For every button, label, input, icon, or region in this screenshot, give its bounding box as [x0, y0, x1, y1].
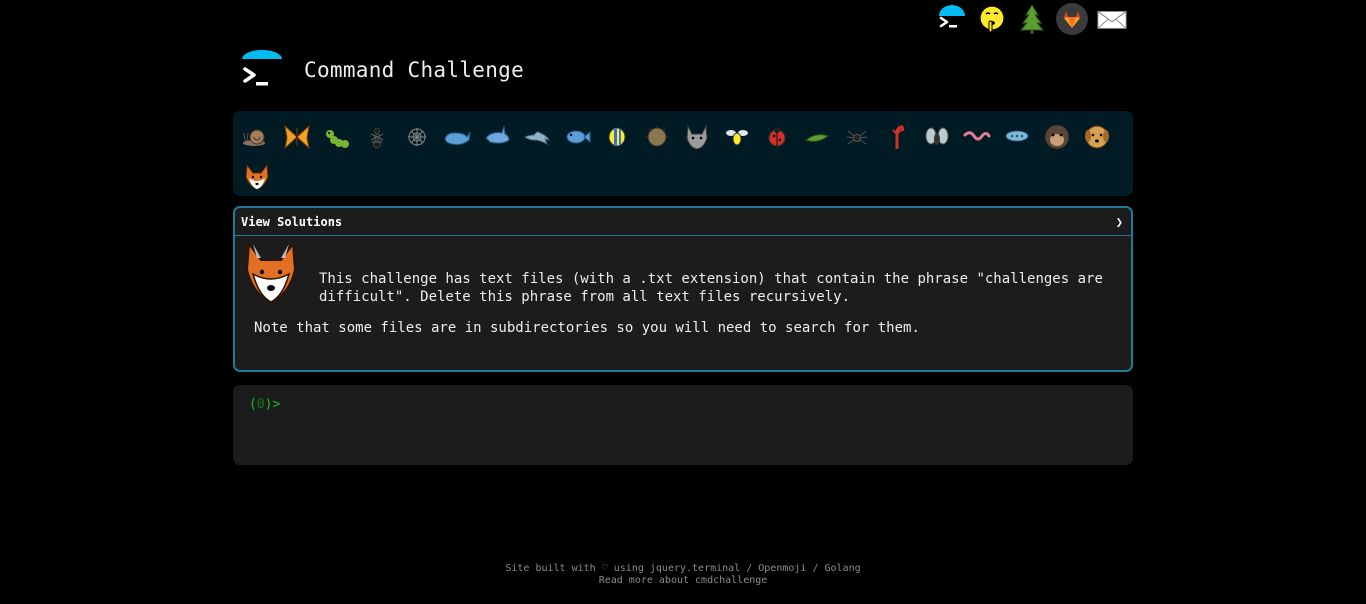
challenge-list — [237, 117, 1129, 197]
shushing-face-icon[interactable] — [976, 3, 1008, 35]
top-icon-bar — [936, 3, 1128, 35]
chevron-right-icon: ❯ — [1115, 214, 1123, 229]
logo-icon[interactable] — [240, 49, 284, 89]
spider-web-icon[interactable] — [397, 117, 437, 157]
fox-icon — [245, 241, 297, 308]
scorpion-icon[interactable] — [877, 117, 917, 157]
terminal-icon[interactable] — [936, 3, 968, 35]
tropical-fish-icon[interactable] — [597, 117, 637, 157]
caterpillar-icon[interactable] — [317, 117, 357, 157]
fly-icon[interactable] — [917, 117, 957, 157]
footer-line-1: Site built with ♡ using jquery.terminal … — [0, 563, 1366, 575]
page-header: Command Challenge — [240, 49, 524, 89]
view-solutions-label: View Solutions — [241, 214, 343, 229]
footer-text: Site built with — [505, 563, 602, 574]
snail-icon[interactable] — [237, 117, 277, 157]
leaf-bug-icon[interactable] — [797, 117, 837, 157]
whale-icon[interactable] — [437, 117, 477, 157]
view-solutions-toggle[interactable]: View Solutions ❯ — [235, 208, 1131, 236]
prompt-symbol: > — [272, 397, 281, 412]
footer-separator: / — [740, 563, 759, 574]
spider-icon[interactable] — [837, 117, 877, 157]
fish-icon[interactable] — [557, 117, 597, 157]
butterfly-icon[interactable] — [277, 117, 317, 157]
ladybug-icon[interactable] — [757, 117, 797, 157]
ant-icon[interactable] — [357, 117, 397, 157]
challenge-panel: View Solutions ❯ This challenge has text… — [233, 206, 1133, 372]
envelope-icon[interactable] — [1096, 3, 1128, 35]
fox-icon[interactable] — [237, 157, 277, 197]
challenge-description: This challenge has text files (with a .t… — [319, 271, 1103, 305]
footer-text: using — [607, 563, 650, 574]
bee-icon[interactable] — [717, 117, 757, 157]
prompt-count: 0 — [256, 397, 265, 412]
dolphin-icon[interactable] — [517, 117, 557, 157]
worm-icon[interactable] — [957, 117, 997, 157]
microbe-icon[interactable] — [997, 117, 1037, 157]
openmoji-link[interactable]: Openmoji — [758, 563, 806, 574]
page-title: Command Challenge — [304, 58, 525, 82]
prompt-open-paren: ( — [249, 397, 257, 412]
challenge-note: Note that some files are in subdirectori… — [254, 320, 920, 336]
shark-icon[interactable] — [477, 117, 517, 157]
pufferfish-icon[interactable] — [637, 117, 677, 157]
gitlab-icon[interactable] — [1056, 3, 1088, 35]
wolf-icon[interactable] — [677, 117, 717, 157]
footer-separator: / — [806, 563, 825, 574]
jquery-terminal-link[interactable]: jquery.terminal — [650, 563, 740, 574]
golang-link[interactable]: Golang — [825, 563, 861, 574]
terminal[interactable]: (0)> — [233, 385, 1133, 465]
footer: Site built with ♡ using jquery.terminal … — [0, 563, 1366, 587]
dog-icon[interactable] — [1077, 117, 1117, 157]
challenge-bar — [233, 111, 1133, 196]
read-more-link[interactable]: Read more about cmdchallenge — [0, 575, 1366, 587]
gorilla-icon[interactable] — [1037, 117, 1077, 157]
tree-icon[interactable] — [1016, 3, 1048, 35]
